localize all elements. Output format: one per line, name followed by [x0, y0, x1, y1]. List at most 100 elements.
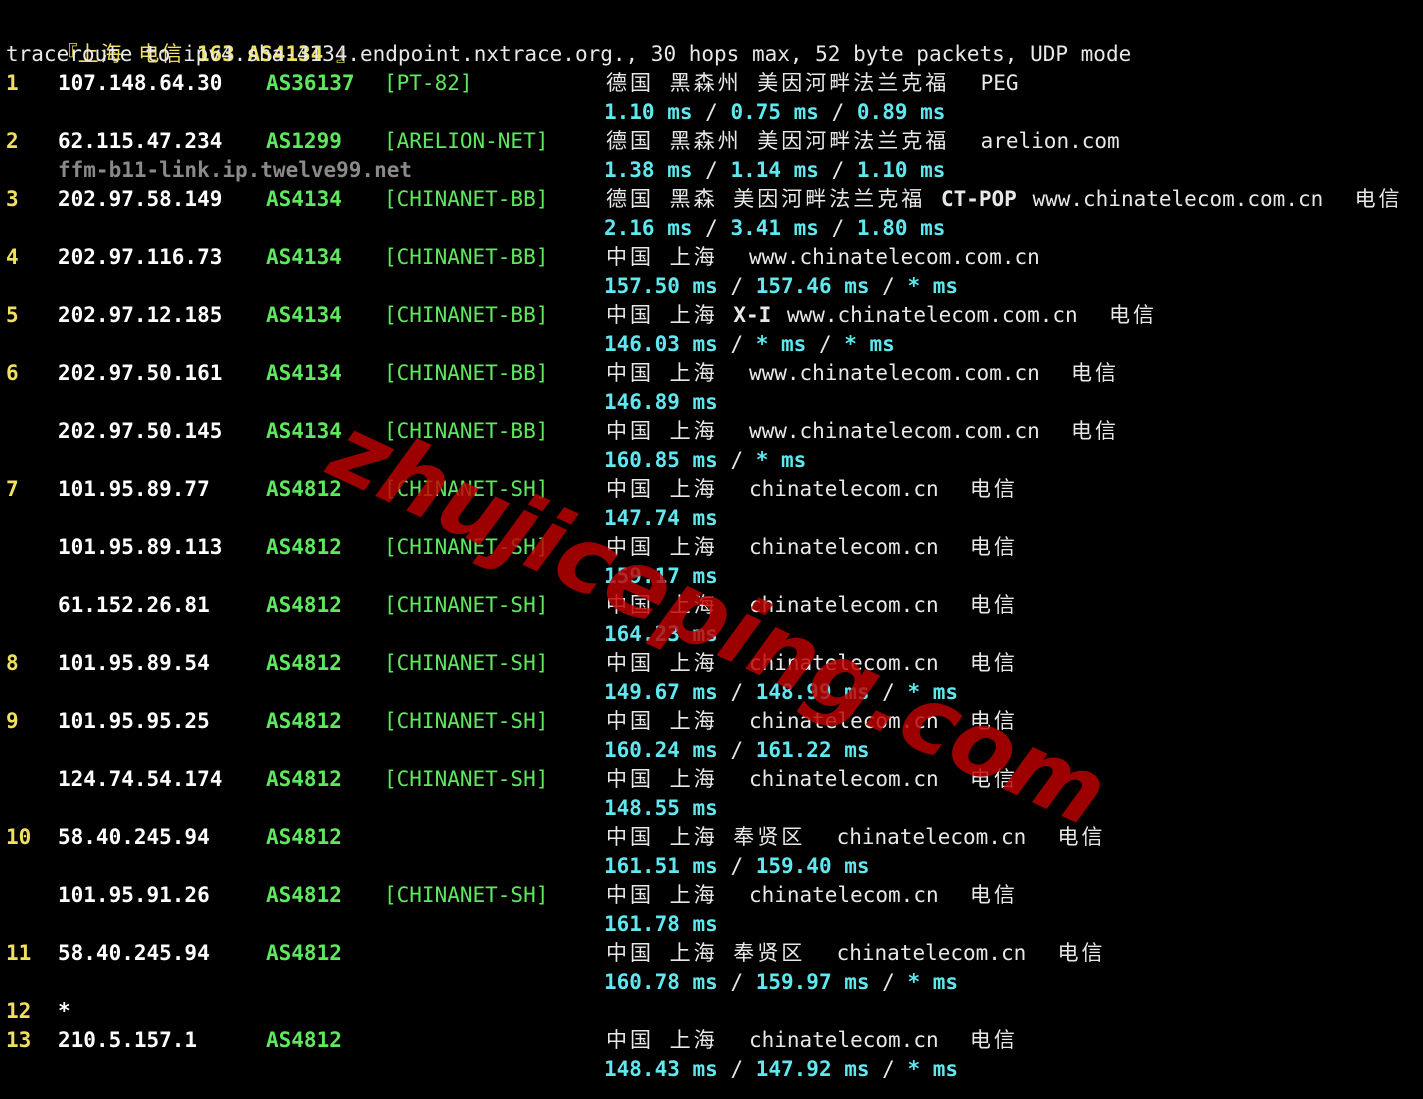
hop-ip: 101.95.89.113 — [58, 535, 223, 559]
hop-ip: 107.148.64.30 — [58, 71, 223, 95]
hop-location: 中国 上海 — [606, 651, 718, 675]
hop-row: 9 101.95.95.25 AS4812 [CHINANET-SH] 中国 上海 ch… — [0, 707, 1423, 736]
hop-rtt: 1.10 ms / 0.75 ms / 0.89 ms — [604, 98, 945, 127]
hop-row: 202.97.50.145 AS4134 [CHINANET-BB] 中国 上海 ww… — [0, 417, 1423, 446]
hop-asn: AS36137 — [266, 71, 355, 95]
hop-geo: 中国 上海 奉贤区 chinatelecom.cn 电信 — [606, 939, 1106, 968]
hop-rtt-row: 160.24 ms / 161.22 ms — [0, 736, 1423, 765]
hop-domain: chinatelecom.cn — [748, 535, 939, 559]
hop-isp: 电信 — [969, 767, 1018, 791]
rtt-value: 149.67 ms — [604, 680, 718, 704]
rtt-value: * ms — [755, 448, 807, 472]
hop-rtt-row: 1.38 ms / 1.14 ms / 1.10 ms — [0, 156, 1423, 185]
hop-rtt-row: 1.10 ms / 0.75 ms / 0.89 ms — [0, 98, 1423, 127]
hop-number: 1 — [6, 71, 19, 95]
hop-netname: [CHINANET-SH] — [384, 593, 549, 617]
hop-domain: www.chinatelecom.com.cn — [786, 303, 1078, 327]
rtt-value: 146.89 ms — [604, 390, 718, 414]
rtt-value: 157.46 ms — [755, 274, 870, 298]
hop-number: 13 — [6, 1028, 32, 1052]
rtt-value: 1.38 ms — [604, 158, 693, 182]
hop-ip: 101.95.89.77 — [58, 477, 210, 501]
hop-row: 4 202.97.116.73 AS4134 [CHINANET-BB] 中国 上海 w… — [0, 243, 1423, 272]
rtt-value: * ms — [907, 970, 959, 994]
hop-domain: chinatelecom.cn — [748, 883, 939, 907]
hop-geo: 德国 黑森州 美因河畔法兰克福 PEG — [606, 69, 1019, 98]
hop-geo: 中国 上海 奉贤区 chinatelecom.cn 电信 — [606, 823, 1106, 852]
hop-netname: [PT-82] — [384, 71, 473, 95]
hop-rtt-row: 147.74 ms — [0, 504, 1423, 533]
hop-asn: AS4812 — [266, 593, 342, 617]
hop-geo: 中国 上海 chinatelecom.cn 电信 — [606, 765, 1018, 794]
hop-ip: 202.97.58.149 — [58, 187, 223, 211]
rtt-value: 147.74 ms — [604, 506, 718, 530]
rtt-value: 164.23 ms — [604, 622, 718, 646]
hop-row: 124.74.54.174 AS4812 [CHINANET-SH] 中国 上海 ch… — [0, 765, 1423, 794]
hop-geo: 中国 上海 chinatelecom.cn 电信 — [606, 1026, 1018, 1055]
rtt-value: 161.78 ms — [604, 912, 718, 936]
hop-location: 中国 上海 — [606, 709, 718, 733]
hop-isp: 电信 — [969, 651, 1018, 675]
hop-rtt: 161.78 ms — [604, 910, 718, 939]
hop-row: 13 210.5.157.1 AS4812 中国 上海 chinatelecom.cn… — [0, 1026, 1423, 1055]
hop-ip: 202.97.50.145 — [58, 419, 223, 443]
hop-row: 8 101.95.89.54 AS4812 [CHINANET-SH] 中国 上海 ch… — [0, 649, 1423, 678]
hop-netname: [CHINANET-SH] — [384, 767, 549, 791]
hop-rtt-row: 161.51 ms / 159.40 ms — [0, 852, 1423, 881]
hop-number: 12 — [6, 999, 32, 1023]
rtt-separator: / — [869, 274, 908, 298]
hop-rtt: 146.03 ms / * ms / * ms — [604, 330, 895, 359]
hop-number: 6 — [6, 361, 19, 385]
hop-geo: 中国 上海 chinatelecom.cn 电信 — [606, 707, 1018, 736]
hop-location: 中国 上海 — [606, 303, 718, 327]
rtt-value: 147.92 ms — [755, 1057, 870, 1081]
hop-asn: AS4812 — [266, 825, 342, 849]
hop-rtt: 160.24 ms / 161.22 ms — [604, 736, 870, 765]
hop-number: 3 — [6, 187, 19, 211]
hop-netname: [CHINANET-SH] — [384, 709, 549, 733]
rtt-separator: / — [717, 854, 756, 878]
rtt-separator: / — [818, 216, 857, 240]
hop-rtt: 149.67 ms / 148.99 ms / * ms — [604, 678, 958, 707]
hop-location: 中国 上海 — [606, 883, 718, 907]
hop-netname: [CHINANET-BB] — [384, 187, 549, 211]
hop-location: 中国 上海 奉贤区 — [606, 825, 806, 849]
hop-domain: www.chinatelecom.com.cn — [748, 245, 1040, 269]
hop-isp: 电信 — [969, 477, 1018, 501]
hop-ip: 61.152.26.81 — [58, 593, 210, 617]
hop-asn: AS4812 — [266, 477, 342, 501]
hop-rtt: 159.17 ms — [604, 562, 718, 591]
hop-rtt: 148.43 ms / 147.92 ms / * ms — [604, 1055, 958, 1084]
hop-ip: 101.95.91.26 — [58, 883, 210, 907]
rtt-separator: / — [717, 332, 756, 356]
hop-rtt: 146.89 ms — [604, 388, 718, 417]
hop-row: 3 202.97.58.149 AS4134 [CHINANET-BB] 德国 黑森 美… — [0, 185, 1423, 214]
hop-isp: 电信 — [1057, 825, 1106, 849]
hop-row: 101.95.89.113 AS4812 [CHINANET-SH] 中国 上海 ch… — [0, 533, 1423, 562]
rtt-value: 148.55 ms — [604, 796, 718, 820]
rtt-value: 0.75 ms — [730, 100, 819, 124]
hop-asn: AS4812 — [266, 1028, 342, 1052]
hop-isp: 电信 — [1071, 419, 1120, 443]
hop-isp: 电信 — [969, 535, 1018, 559]
hop-isp: 电信 — [969, 593, 1018, 617]
hop-asn: AS4134 — [266, 245, 342, 269]
hop-ip: 101.95.95.25 — [58, 709, 210, 733]
hop-pop: X-I — [733, 303, 772, 327]
rtt-value: 159.17 ms — [604, 564, 718, 588]
hop-geo: 中国 上海 www.chinatelecom.com.cn 电信 — [606, 417, 1119, 446]
hop-asn: AS4134 — [266, 361, 342, 385]
hop-row: 2 62.115.47.234 AS1299 [ARELION-NET] 德国 黑森州 … — [0, 127, 1423, 156]
hop-row: 11 58.40.245.94 AS4812 中国 上海 奉贤区 chinatelec… — [0, 939, 1423, 968]
hop-asn: AS4812 — [266, 535, 342, 559]
hop-ip: 210.5.157.1 — [58, 1028, 198, 1052]
hop-rtt-row: 161.78 ms — [0, 910, 1423, 939]
rtt-value: * ms — [907, 680, 959, 704]
hop-asn: AS4134 — [266, 187, 342, 211]
rtt-value: 160.85 ms — [604, 448, 718, 472]
hop-location: 中国 上海 奉贤区 — [606, 941, 806, 965]
rtt-separator: / — [692, 100, 731, 124]
hop-netname: [CHINANET-BB] — [384, 361, 549, 385]
rtt-separator: / — [869, 680, 908, 704]
rtt-separator: / — [818, 158, 857, 182]
